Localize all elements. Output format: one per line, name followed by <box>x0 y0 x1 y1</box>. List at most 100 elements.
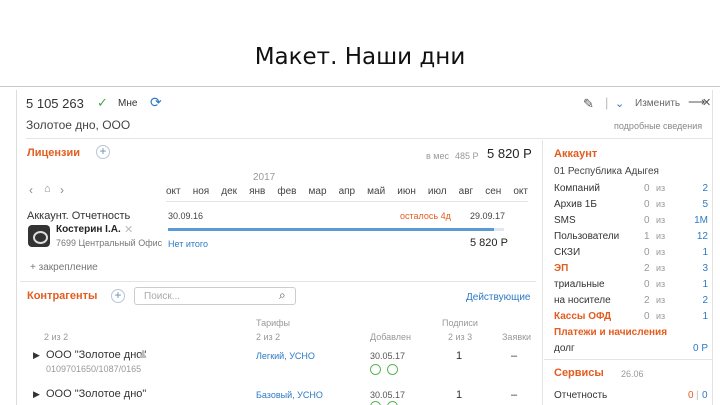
contragent-tariff[interactable]: Легкий, УСНО <box>256 351 315 361</box>
expand-icon[interactable]: ▶ <box>33 350 40 361</box>
contragent-requests: – <box>511 350 518 362</box>
reporting-separator: | <box>696 390 699 401</box>
contragent-date: 30.05.17 <box>370 351 406 361</box>
stat-max: 1М <box>694 215 708 226</box>
stat-value: 0 <box>644 311 650 322</box>
divider: | <box>605 95 609 110</box>
kkt-row[interactable]: Кассы ОФД 0 из 1 <box>554 311 710 327</box>
stat-max: 2 <box>702 183 708 194</box>
contragent-tariff[interactable]: Базовый, УСНО <box>256 390 323 400</box>
remove-icon[interactable]: ✕ <box>124 223 133 236</box>
reporting-max: 0 <box>702 390 708 401</box>
stat-row: Пользователи 1 из 12 <box>554 231 710 247</box>
search-icon[interactable]: ⌕ <box>279 288 286 303</box>
month-label[interactable]: мар <box>309 186 327 197</box>
section-divider <box>20 281 536 282</box>
month-label[interactable]: янв <box>249 186 265 197</box>
month-label[interactable]: фев <box>277 186 296 197</box>
col-tariffs: Тарифы <box>256 318 291 328</box>
debt-value: 0 Р <box>692 343 708 354</box>
search-input[interactable]: Поиск... ⌕ <box>134 287 296 305</box>
close-icon[interactable]: ✕ <box>702 96 711 109</box>
filter-dropdown[interactable]: Действующие <box>466 292 530 303</box>
stat-row: SMS 0 из 1М <box>554 215 710 231</box>
col-tariffs-sub: 2 из 2 <box>256 332 281 342</box>
stat-value: 0 <box>644 279 650 290</box>
add-contragent-button[interactable]: + <box>111 289 125 303</box>
chevron-right-icon[interactable]: › <box>60 183 64 197</box>
licenses-total: 5 820 Р <box>487 146 532 161</box>
header-divider <box>26 138 712 139</box>
pin-link[interactable]: + закрепление <box>30 262 98 273</box>
payments-title[interactable]: Платежи и начисления <box>554 327 667 338</box>
debt-row: долг 0 Р <box>554 343 710 359</box>
home-icon[interactable]: ⌂ <box>44 183 51 195</box>
account-title: Аккаунт <box>554 148 598 160</box>
frame-left-border <box>16 90 17 405</box>
panel-divider <box>542 140 543 405</box>
account-region: 01 Республика Адыгея <box>554 166 659 177</box>
reporting-label[interactable]: Отчетность <box>554 390 607 401</box>
stat-of: из <box>656 311 666 321</box>
license-progress-fill <box>168 228 494 231</box>
month-label[interactable]: июн <box>397 186 416 197</box>
stat-label: Пользователи <box>554 231 620 242</box>
pencil-icon[interactable]: ✎ <box>583 96 594 112</box>
stat-of: из <box>656 247 666 257</box>
ep-title[interactable]: ЭП <box>554 263 568 274</box>
contragent-name[interactable]: ООО "Золотое дно" <box>46 388 146 400</box>
add-license-button[interactable]: + <box>96 145 110 159</box>
ep-row[interactable]: ЭП 2 из 3 <box>554 263 710 279</box>
status-ok-icon <box>370 401 381 405</box>
expand-icon[interactable]: ▶ <box>33 389 40 400</box>
license-item-name[interactable]: Аккаунт. Отчетность <box>27 210 130 222</box>
month-label[interactable]: апр <box>339 186 356 197</box>
stat-of: из <box>656 199 666 209</box>
month-label[interactable]: ноя <box>193 186 210 197</box>
col-signatures-sub: 2 из 3 <box>448 332 473 342</box>
stat-of: из <box>656 279 666 289</box>
month-label[interactable]: окт <box>166 186 181 197</box>
status-ok-icon <box>370 364 381 375</box>
stat-label: Компаний <box>554 183 600 194</box>
stat-value: 0 <box>644 247 650 258</box>
details-link[interactable]: подробные сведения <box>614 121 702 131</box>
contragent-name[interactable]: ООО "Золотое дно" <box>46 349 146 361</box>
stat-row: Компаний 0 из 2 <box>554 183 710 199</box>
month-label[interactable]: май <box>367 186 385 197</box>
stat-of: из <box>656 183 666 193</box>
status-ok-icon <box>387 364 398 375</box>
contragent-requests: – <box>511 389 518 401</box>
per-month-label: в мес <box>426 151 449 161</box>
month-label[interactable]: июл <box>428 186 447 197</box>
stat-label: SMS <box>554 215 576 226</box>
contragent-signs: 1 <box>456 389 463 401</box>
stat-row: СКЗИ 0 из 1 <box>554 247 710 263</box>
stat-value: 1 <box>644 231 650 242</box>
month-label[interactable]: авг <box>459 186 474 197</box>
payments-row[interactable]: Платежи и начисления <box>554 327 710 343</box>
stat-label: на носителе <box>554 295 611 306</box>
license-progress <box>168 228 504 231</box>
chevron-left-icon[interactable]: ‹ <box>29 183 33 197</box>
user-label[interactable]: Мне <box>118 98 137 109</box>
month-timeline: окт ноя дек янв фев мар апр май июн июл … <box>166 186 528 197</box>
month-label[interactable]: сен <box>485 186 501 197</box>
refresh-icon[interactable]: ⟳ <box>150 94 162 111</box>
month-label[interactable]: окт <box>513 186 528 197</box>
stat-max: 1 <box>702 279 708 290</box>
search-placeholder: Поиск... <box>144 291 181 302</box>
user-icon: ♟ <box>138 349 148 361</box>
license-remaining: осталось 4д <box>400 211 451 221</box>
month-label[interactable]: дек <box>221 186 237 197</box>
services-title: Сервисы <box>554 367 604 379</box>
col-count: 2 из 2 <box>44 332 69 342</box>
kkt-title[interactable]: Кассы ОФД <box>554 311 611 322</box>
frame-right-border <box>712 90 713 405</box>
year-label: 2017 <box>253 172 276 183</box>
client-id: 5 105 263 <box>26 96 84 111</box>
chevron-down-icon[interactable]: ⌄ <box>615 97 624 110</box>
col-requests: Заявки <box>502 332 532 342</box>
edit-button[interactable]: Изменить <box>635 98 680 109</box>
license-item-price: 5 820 Р <box>470 237 508 249</box>
